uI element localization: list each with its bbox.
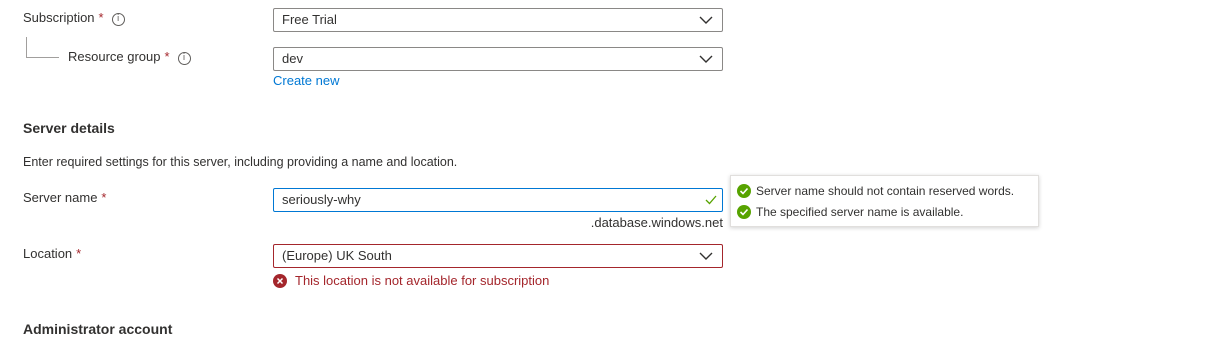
success-icon: [737, 204, 751, 219]
resource-group-label-text: Resource group: [68, 49, 161, 64]
validation-message: The specified server name is available.: [737, 201, 1032, 222]
server-name-label-text: Server name: [23, 190, 98, 205]
server-name-label: Server name *: [23, 190, 106, 205]
location-label: Location *: [23, 246, 81, 261]
error-icon: [273, 273, 287, 288]
info-icon[interactable]: i: [111, 13, 125, 26]
validation-message-text: The specified server name is available.: [756, 204, 964, 219]
location-error: This location is not available for subsc…: [273, 273, 549, 288]
server-details-heading: Server details: [23, 120, 115, 136]
create-new-link[interactable]: Create new: [273, 73, 339, 88]
resource-group-label: Resource group * i: [68, 49, 191, 65]
validation-message: Server name should not contain reserved …: [737, 180, 1032, 201]
success-icon: [737, 183, 751, 198]
checkmark-icon: [705, 195, 717, 205]
required-asterisk: *: [98, 10, 104, 25]
administrator-account-heading: Administrator account: [23, 321, 173, 337]
subscription-dropdown[interactable]: Free Trial: [273, 8, 723, 32]
tree-connector: [26, 37, 59, 58]
validation-tooltip: Server name should not contain reserved …: [730, 175, 1039, 227]
required-asterisk: *: [164, 49, 170, 64]
location-value: (Europe) UK South: [282, 248, 392, 263]
required-asterisk: *: [76, 246, 82, 261]
subscription-label: Subscription * i: [23, 10, 125, 26]
chevron-down-icon: [699, 16, 713, 24]
server-details-description: Enter required settings for this server,…: [23, 155, 458, 169]
chevron-down-icon: [699, 252, 713, 260]
server-name-input[interactable]: seriously-why: [273, 188, 723, 212]
location-dropdown[interactable]: (Europe) UK South: [273, 244, 723, 268]
server-name-value: seriously-why: [282, 192, 361, 207]
validation-message-text: Server name should not contain reserved …: [756, 183, 1015, 198]
subscription-value: Free Trial: [282, 12, 337, 27]
resource-group-value: dev: [282, 51, 303, 66]
subscription-label-text: Subscription: [23, 10, 95, 25]
chevron-down-icon: [699, 55, 713, 63]
server-name-suffix: .database.windows.net: [590, 215, 723, 230]
required-asterisk: *: [101, 190, 107, 205]
location-label-text: Location: [23, 246, 73, 261]
location-error-text: This location is not available for subsc…: [295, 273, 550, 288]
resource-group-dropdown[interactable]: dev: [273, 47, 723, 71]
info-icon[interactable]: i: [177, 52, 191, 65]
